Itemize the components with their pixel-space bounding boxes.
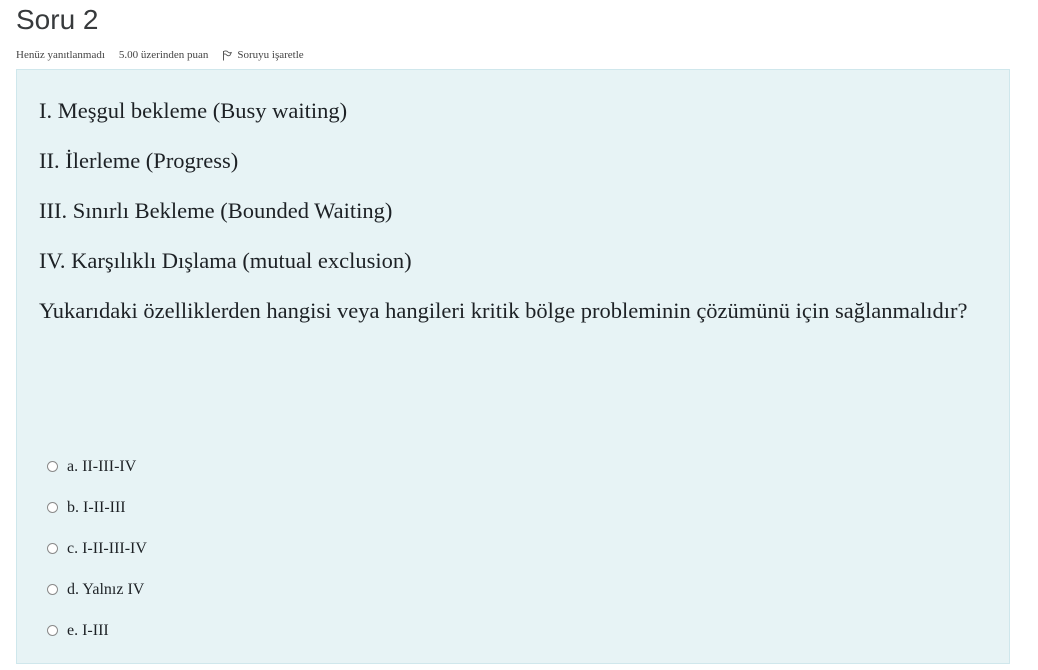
answer-label-c[interactable]: c. I-II-III-IV bbox=[67, 540, 147, 558]
question-mark: 5.00 üzerinden puan bbox=[118, 49, 209, 61]
radio-button-a[interactable] bbox=[47, 461, 58, 472]
answer-label-e[interactable]: e. I-III bbox=[67, 622, 109, 640]
flag-icon bbox=[223, 50, 233, 60]
answer-option-d[interactable]: d. Yalnız IV bbox=[47, 569, 147, 610]
question-info: Henüz yanıtlanmadı 5.00 üzerinden puan S… bbox=[16, 48, 304, 62]
answer-label-d[interactable]: d. Yalnız IV bbox=[67, 581, 144, 599]
answer-option-b[interactable]: b. I-II-III bbox=[47, 487, 147, 528]
radio-button-b[interactable] bbox=[47, 502, 58, 513]
answer-option-c[interactable]: c. I-II-III-IV bbox=[47, 528, 147, 569]
answer-options: a. II-III-IV b. I-II-III c. I-II-III-IV … bbox=[47, 446, 147, 651]
question-content: I. Meşgul bekleme (Busy waiting) II. İle… bbox=[16, 69, 1010, 664]
question-text: I. Meşgul bekleme (Busy waiting) II. İle… bbox=[39, 94, 989, 328]
answer-option-e[interactable]: e. I-III bbox=[47, 610, 147, 651]
question-status: Henüz yanıtlanmadı bbox=[16, 49, 105, 61]
statement-2: II. İlerleme (Progress) bbox=[39, 148, 239, 173]
question-title: Soru 2 bbox=[16, 4, 99, 35]
answer-option-a[interactable]: a. II-III-IV bbox=[47, 446, 147, 487]
radio-button-e[interactable] bbox=[47, 625, 58, 636]
flag-question-label: Soruyu işaretle bbox=[237, 49, 304, 61]
answer-label-a[interactable]: a. II-III-IV bbox=[67, 458, 136, 476]
question-prompt: Yukarıdaki özelliklerden hangisi veya ha… bbox=[39, 298, 968, 323]
statement-1: I. Meşgul bekleme (Busy waiting) bbox=[39, 98, 348, 123]
flag-question-link[interactable]: Soruyu işaretle bbox=[222, 48, 304, 62]
question-header: Soru 2 Henüz yanıtlanmadı 5.00 üzerinden… bbox=[16, 0, 304, 62]
radio-button-d[interactable] bbox=[47, 584, 58, 595]
statement-3: III. Sınırlı Bekleme (Bounded Waiting) bbox=[39, 198, 393, 223]
answer-label-b[interactable]: b. I-II-III bbox=[67, 499, 126, 517]
radio-button-c[interactable] bbox=[47, 543, 58, 554]
statement-4: IV. Karşılıklı Dışlama (mutual exclusion… bbox=[39, 248, 412, 273]
